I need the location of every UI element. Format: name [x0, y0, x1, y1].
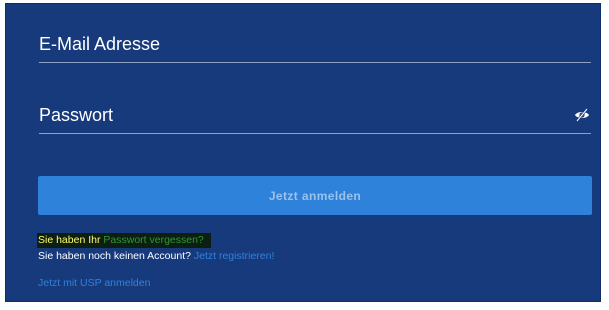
forgot-password-line: Sie haben Ihr Passwort vergessen? — [37, 233, 211, 248]
email-field-container — [39, 28, 591, 63]
usp-line: Jetzt mit USP anmelden — [38, 277, 150, 290]
password-input[interactable] — [39, 99, 539, 131]
login-panel: Jetzt anmelden Sie haben Ihr Passwort ve… — [6, 4, 600, 301]
register-prefix: Sie haben noch keinen Account? — [38, 250, 194, 262]
login-button[interactable]: Jetzt anmelden — [38, 176, 592, 215]
forgot-password-link[interactable]: Passwort vergessen? — [103, 234, 203, 246]
password-field-container — [39, 99, 591, 134]
register-line: Sie haben noch keinen Account? Jetzt reg… — [38, 250, 274, 263]
forgot-password-prefix: Sie haben Ihr — [38, 234, 104, 246]
email-input[interactable] — [39, 28, 539, 60]
usp-login-link[interactable]: Jetzt mit USP anmelden — [38, 277, 150, 289]
register-link[interactable]: Jetzt registrieren! — [194, 250, 275, 262]
eye-slash-icon[interactable] — [574, 107, 590, 123]
